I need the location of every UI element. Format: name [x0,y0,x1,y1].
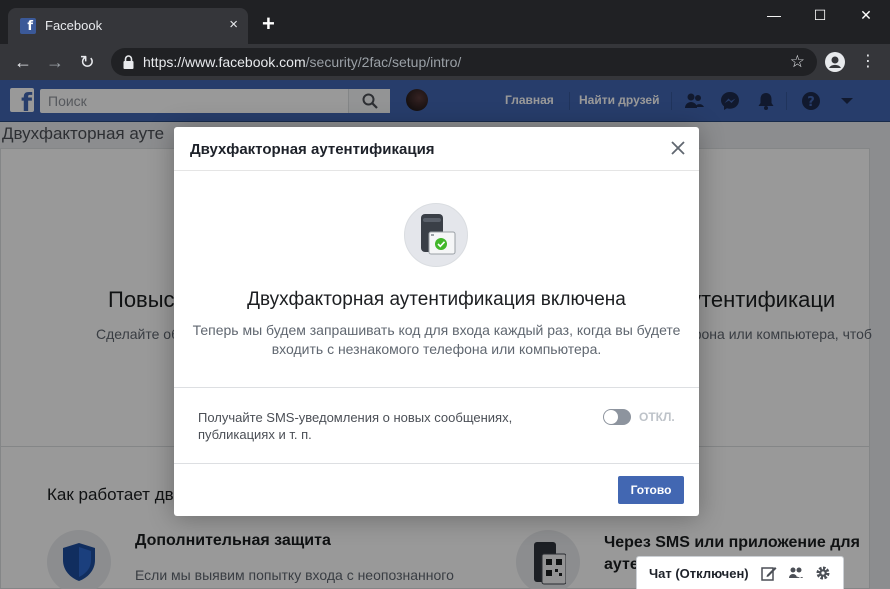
chat-status-label: Чат (Отключен) [649,566,749,581]
window-minimize-button[interactable]: — [751,4,797,26]
dialog-header: Двухфакторная аутентификация [174,127,699,171]
dialog-title: Двухфакторная аутентификация [190,141,435,158]
close-icon[interactable] [669,139,687,157]
toggle-state-label: ОТКЛ. [639,410,675,424]
tab-title: Facebook [45,18,103,33]
url-text: https://www.facebook.com/security/2fac/s… [143,54,461,70]
browser-toolbar: ← → ↻ https://www.facebook.com/security/… [0,44,890,80]
chat-sidebar-bar[interactable]: Чат (Отключен) [636,556,844,589]
window-close-button[interactable]: ✕ [843,4,889,26]
browser-tab[interactable]: f Facebook × [8,8,248,44]
sms-notifications-label: Получайте SMS-уведомления о новых сообще… [198,410,513,442]
page-viewport: f Поиск Главная Найти друзей ? Двухфакто… [0,80,890,589]
reload-button[interactable]: ↻ [76,51,98,73]
two-factor-dialog: Двухфакторная аутентификация Двухфакторн… [174,127,699,516]
url-path: /security/2fac/setup/intro/ [305,54,462,70]
url-host: https://www.facebook.com [143,54,306,70]
dialog-divider [174,387,699,388]
tab-close-icon[interactable]: × [229,16,238,34]
new-group-icon[interactable] [788,565,804,581]
dialog-heading: Двухфакторная аутентификация включена [247,289,626,310]
address-bar[interactable]: https://www.facebook.com/security/2fac/s… [111,48,817,76]
phone-check-icon [421,214,456,255]
facebook-favicon-icon: f [20,18,36,34]
dialog-footer-divider [174,463,699,464]
dialog-description: Теперь мы будем запрашивать код для вход… [192,322,681,357]
chat-settings-gear-icon[interactable] [815,565,831,581]
new-tab-button[interactable]: + [262,13,275,35]
done-button[interactable]: Готово [618,476,684,504]
two-factor-hero-badge [404,203,468,267]
browser-titlebar: f Facebook × + — ☐ ✕ [0,0,890,44]
sms-notifications-toggle[interactable] [603,409,631,425]
bookmark-star-icon[interactable]: ☆ [790,52,805,72]
lock-icon [123,55,134,69]
profile-icon[interactable] [825,52,845,72]
forward-button[interactable]: → [44,51,66,73]
new-message-icon[interactable] [761,565,777,581]
browser-menu-icon[interactable]: ⋮ [860,52,876,72]
window-maximize-button[interactable]: ☐ [797,4,843,26]
toggle-knob [604,410,618,424]
back-button[interactable]: ← [12,51,34,73]
